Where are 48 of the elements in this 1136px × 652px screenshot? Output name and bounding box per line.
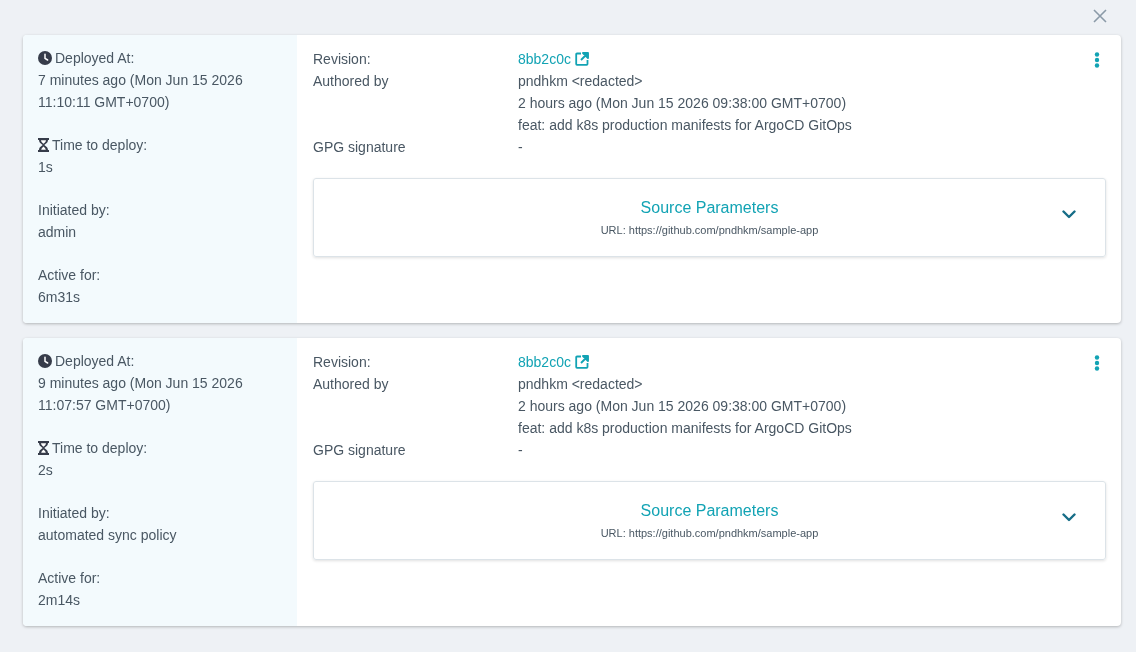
more-options-button[interactable]: [1094, 355, 1100, 371]
field-value: -: [518, 138, 523, 157]
field-label: Deployed At:: [55, 352, 135, 371]
field-label: Initiated by:: [38, 504, 110, 523]
field-value: pndhkm <redacted>: [518, 375, 643, 394]
field-value: 7 minutes ago (Mon Jun 15 2026 11:10:11 GMT+0700): [38, 71, 244, 112]
field-value: 9 minutes ago (Mon Jun 15 2026 11:07:57 GMT+0700): [38, 374, 244, 415]
close-button[interactable]: [1093, 9, 1107, 23]
panel-title: Source Parameters: [640, 198, 779, 218]
more-options-button[interactable]: [1094, 52, 1100, 68]
field-label: Initiated by:: [38, 201, 110, 220]
field-value: admin: [38, 223, 78, 242]
field-label: Revision:: [313, 353, 372, 372]
clock-icon: [38, 51, 52, 65]
field-value: -: [518, 441, 523, 460]
field-value: 2 hours ago (Mon Jun 15 2026 09:38:00 GMT+0700): [518, 397, 847, 416]
field-label: Time to deploy:: [52, 136, 148, 155]
field-value: pndhkm <redacted>: [518, 72, 643, 91]
external-link-icon: [574, 52, 589, 66]
field-label: Time to deploy:: [52, 439, 148, 458]
close-icon: [1093, 9, 1107, 23]
hourglass-icon: [38, 138, 49, 152]
url-text: URL: https://github.com/pndhkm/sample-app: [600, 526, 819, 541]
source-parameters-panel[interactable]: Source Parameters URL: https://github.com/pndhkm/sample-app: [313, 481, 1106, 560]
panel-title: Source Parameters: [640, 501, 779, 521]
field-value: feat: add k8s production manifests for ArgoCD GitOps: [518, 116, 852, 135]
field-value: 2s: [38, 461, 54, 480]
field-label: Active for:: [38, 266, 101, 285]
clock-icon: [38, 354, 52, 368]
field-label: Authored by: [313, 375, 390, 394]
field-label: Revision:: [313, 50, 372, 69]
external-link-icon: [574, 355, 589, 369]
vertical-dots-icon: [1094, 355, 1100, 371]
vertical-dots-icon: [1094, 52, 1100, 68]
hourglass-icon: [38, 441, 49, 455]
field-label: Active for:: [38, 569, 101, 588]
field-value: 2m14s: [38, 591, 82, 610]
source-parameters-panel[interactable]: Source Parameters URL: https://github.com/pndhkm/sample-app: [313, 178, 1106, 257]
field-value: 2 hours ago (Mon Jun 15 2026 09:38:00 GMT+0700): [518, 94, 847, 113]
field-label: Deployed At:: [55, 49, 135, 68]
field-label: GPG signature: [313, 138, 407, 157]
field-value: automated sync policy: [38, 526, 178, 545]
field-value: 1s: [38, 158, 54, 177]
field-label: Authored by: [313, 72, 390, 91]
field-label: GPG signature: [313, 441, 407, 460]
field-value: 6m31s: [38, 288, 82, 307]
url-text: URL: https://github.com/pndhkm/sample-app: [600, 223, 819, 238]
field-value: feat: add k8s production manifests for ArgoCD GitOps: [518, 419, 852, 438]
